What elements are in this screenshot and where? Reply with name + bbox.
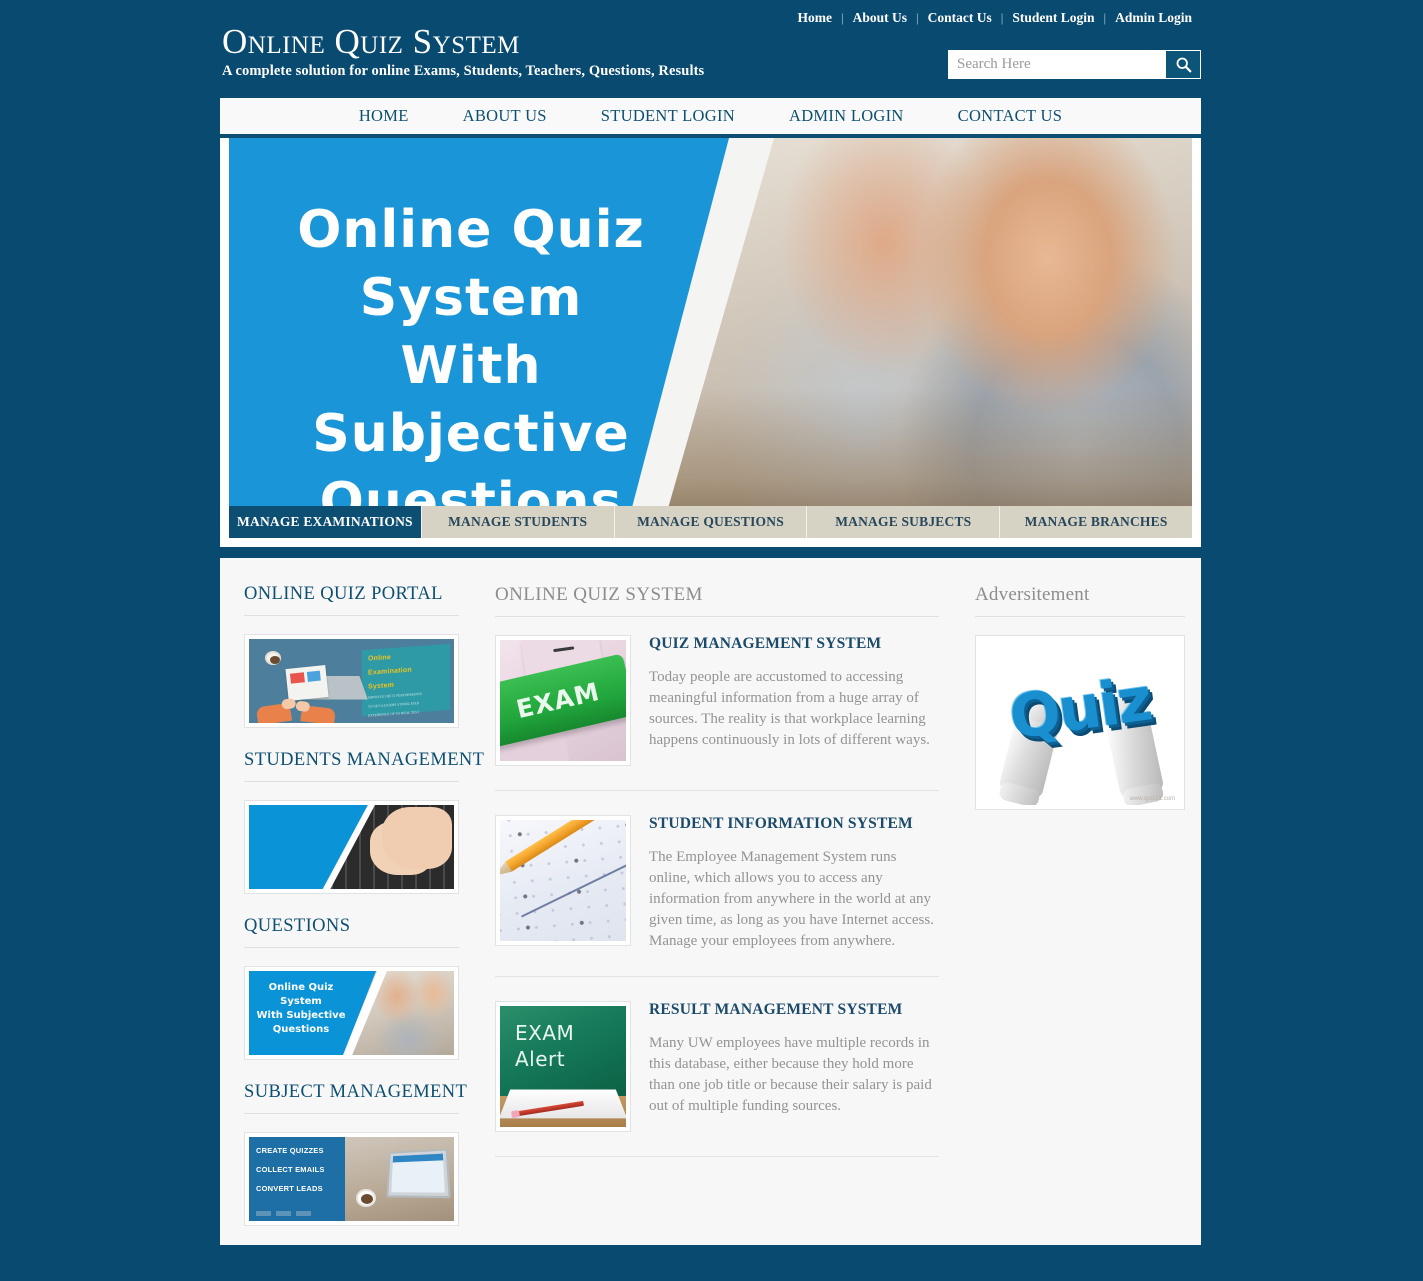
illustration-hand-right — [300, 705, 336, 723]
sidebar-thumb-students-management[interactable] — [244, 800, 459, 894]
illustration-paper — [285, 664, 329, 702]
article-text: The Employee Management System runs onli… — [649, 849, 934, 949]
tab-manage-branches[interactable]: MANAGE BRANCHES — [1000, 506, 1192, 538]
sidebar-heading-students-management: STUDENTS MANAGEMENT — [244, 750, 484, 782]
article-body: RESULT MANAGEMENT SYSTEM Many UW employe… — [649, 1001, 939, 1132]
thumb-line-3: With Subjective — [256, 1010, 346, 1021]
illustration-hand-left — [255, 702, 293, 723]
hero-line-2: System — [359, 268, 583, 328]
advertisement-heading: Adversitement — [975, 584, 1185, 617]
nav-item-contact-us[interactable]: CONTACT US — [931, 106, 1090, 126]
brand-logo-row — [256, 1211, 311, 1216]
image-credit: www.qui101.com — [1129, 796, 1175, 802]
article-quiz-management-system: EXAM QUIZ MANAGEMENT SYSTEM Today people… — [495, 635, 939, 791]
create-quizzes-laptop-photo: CREATE QUIZZES COLLECT EMAILS CONVERT LE… — [249, 1137, 454, 1221]
search-input[interactable] — [949, 51, 1166, 78]
tab-manage-questions[interactable]: MANAGE QUESTIONS — [614, 506, 808, 538]
top-nav-about-us[interactable]: About Us — [844, 10, 916, 26]
article-body: STUDENT INFORMATION SYSTEM The Employee … — [649, 815, 939, 952]
thumb-line-1: Online Quiz — [268, 982, 334, 993]
sidebar-column: ONLINE QUIZ PORTAL Online Examination Sy… — [244, 584, 484, 1245]
top-nav-home[interactable]: Home — [788, 10, 841, 26]
chalkboard: EXAM Alert — [500, 1006, 626, 1098]
article-thumb-frame[interactable] — [495, 815, 631, 946]
exam-key-label: EXAM — [513, 676, 603, 725]
nav-item-home[interactable]: HOME — [332, 106, 436, 126]
answer-sheet-with-pencil — [500, 820, 626, 941]
article-text: Many UW employees have multiple records … — [649, 1035, 932, 1114]
search-icon — [1175, 56, 1192, 73]
article-thumb-frame[interactable]: EXAM Alert — [495, 1001, 631, 1132]
top-nav-admin-login[interactable]: Admin Login — [1106, 10, 1201, 26]
nav-item-about-us[interactable]: ABOUT US — [436, 106, 574, 126]
main-column: ONLINE QUIZ SYSTEM EXAM QUIZ MANAGEMENT … — [477, 584, 957, 1245]
quiz-word-carried-by-two-figures: Quiz www.qui101.com — [980, 640, 1180, 805]
chalk-line-1: EXAM — [515, 1021, 575, 1045]
nav-item-student-login[interactable]: STUDENT LOGIN — [574, 106, 762, 126]
ad-line-1: CREATE QUIZZES — [256, 1146, 324, 1155]
article-title: STUDENT INFORMATION SYSTEM — [649, 815, 913, 832]
main-heading: ONLINE QUIZ SYSTEM — [495, 584, 939, 617]
header-block: HOME ABOUT US STUDENT LOGIN ADMIN LOGIN … — [220, 98, 1201, 547]
nav-item-admin-login[interactable]: ADMIN LOGIN — [762, 106, 931, 126]
advertisement-column: Adversitement Quiz www.qui101.com — [957, 584, 1185, 1245]
hero-line-1: Online Quiz — [297, 200, 645, 260]
content-panel: ONLINE QUIZ PORTAL Online Examination Sy… — [220, 558, 1201, 1245]
coffee-cup — [355, 1189, 376, 1207]
chalk-line-2: Alert — [515, 1047, 566, 1071]
laptop-screen — [386, 1148, 451, 1199]
sidebar-heading-questions: QUESTIONS — [244, 916, 459, 948]
sidebar-thumb-subject-management[interactable]: CREATE QUIZZES COLLECT EMAILS CONVERT LE… — [244, 1132, 459, 1226]
hero-line-3: With Subjective — [312, 336, 630, 464]
chalkboard-exam-alert: EXAM Alert — [500, 1006, 626, 1127]
tab-manage-examinations[interactable]: MANAGE EXAMINATIONS — [229, 506, 422, 538]
tab-manage-students[interactable]: MANAGE STUDENTS — [421, 506, 615, 538]
online-examination-system-illustration: Online Examination System IMPROVE THE IT… — [249, 639, 454, 723]
thumb-line-2: System — [280, 996, 322, 1007]
search-bar — [948, 50, 1201, 79]
online-quiz-system-banner-thumb: Online Quiz System With Subjective Quest… — [249, 971, 454, 1055]
search-button[interactable] — [1166, 51, 1200, 78]
hands-typing-on-keyboard-photo — [249, 805, 454, 889]
tab-manage-subjects[interactable]: MANAGE SUBJECTS — [807, 506, 1001, 538]
sidebar-heading-subject-management: SUBJECT MANAGEMENT — [244, 1082, 467, 1114]
hero-headline: Online Quiz System With Subjective Quest… — [251, 196, 691, 536]
article-title: QUIZ MANAGEMENT SYSTEM — [649, 635, 882, 652]
hero-banner: Online Quiz System With Subjective Quest… — [229, 138, 1192, 538]
site-title: Online Quiz System — [222, 22, 520, 61]
thumb-line-4: Questions — [272, 1024, 330, 1035]
illustration-screen: Online Examination System IMPROVE THE IT… — [362, 643, 450, 718]
sidebar-heading-online-quiz-portal: ONLINE QUIZ PORTAL — [244, 584, 459, 616]
site-brand: Online Quiz System A complete solution f… — [222, 24, 704, 80]
chalk-text: EXAM Alert — [509, 1020, 574, 1072]
site-tagline: A complete solution for online Exams, St… — [222, 63, 705, 79]
article-student-information-system: STUDENT INFORMATION SYSTEM The Employee … — [495, 815, 939, 977]
typing-hand — [382, 807, 452, 869]
article-result-management-system: EXAM Alert RESULT MANAGEMENT SYSTEM Many… — [495, 1001, 939, 1157]
blue-text-panel: CREATE QUIZZES COLLECT EMAILS CONVERT LE… — [249, 1137, 346, 1221]
article-thumb-frame[interactable]: EXAM — [495, 635, 631, 766]
illustration-coffee-cup — [265, 651, 281, 665]
top-utility-nav: Home | About Us | Contact Us | Student L… — [788, 10, 1201, 26]
top-nav-student-login[interactable]: Student Login — [1003, 10, 1103, 26]
ad-line-2: COLLECT EMAILS — [256, 1165, 325, 1174]
tab-strip: MANAGE EXAMINATIONS MANAGE STUDENTS MANA… — [229, 506, 1192, 538]
sidebar-thumb-online-quiz-portal[interactable]: Online Examination System IMPROVE THE IT… — [244, 634, 459, 728]
top-nav-contact-us[interactable]: Contact Us — [919, 10, 1001, 26]
main-navigation: HOME ABOUT US STUDENT LOGIN ADMIN LOGIN … — [220, 98, 1201, 138]
green-exam-keyboard-key: EXAM — [500, 640, 626, 761]
sidebar-thumb-questions[interactable]: Online Quiz System With Subjective Quest… — [244, 966, 459, 1060]
thumb-headline: Online Quiz System With Subjective Quest… — [253, 981, 349, 1037]
ad-line-3: CONVERT LEADS — [256, 1184, 323, 1193]
article-body: QUIZ MANAGEMENT SYSTEM Today people are … — [649, 635, 939, 766]
article-title: RESULT MANAGEMENT SYSTEM — [649, 1001, 903, 1018]
advertisement-frame[interactable]: Quiz www.qui101.com — [975, 635, 1185, 810]
article-text: Today people are accustomed to accessing… — [649, 669, 930, 748]
